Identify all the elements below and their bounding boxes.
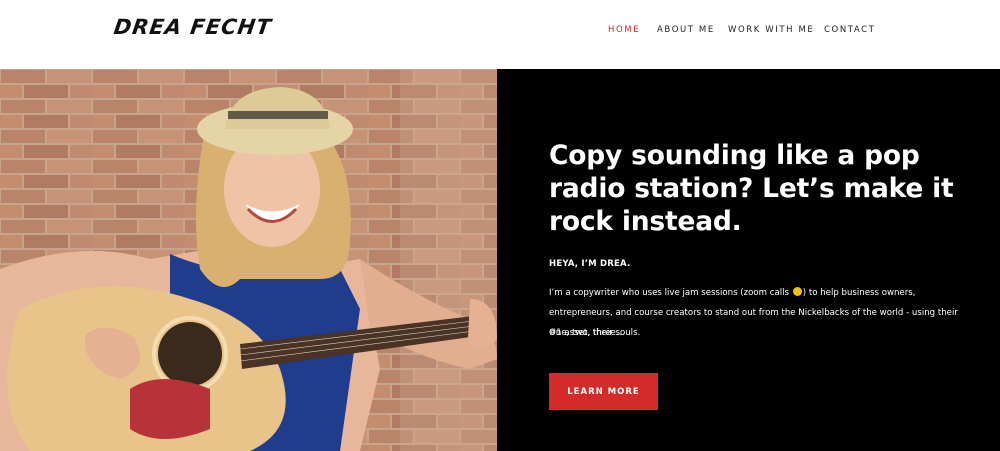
site-logo[interactable]: DREA FECHT [112, 15, 273, 39]
hero-headline: Copy sounding like a pop radio station? … [549, 140, 954, 237]
nav-about-me[interactable]: ABOUT ME [657, 25, 715, 35]
hero-photo [0, 69, 497, 451]
hero-text-panel: Copy sounding like a pop radio station? … [497, 69, 1000, 451]
learn-more-button[interactable]: LEARN MORE [549, 373, 658, 410]
nav-work-with-me[interactable]: WORK WITH ME [728, 25, 814, 35]
grinning-face-emoji-icon [792, 287, 802, 296]
hero-section: Copy sounding like a pop radio station? … [0, 69, 1000, 451]
woman-with-guitar-illustration [0, 69, 497, 451]
nav-contact[interactable]: CONTACT [824, 25, 876, 35]
nav-home[interactable]: HOME [608, 25, 640, 35]
hero-kicker: HEYA, I’M DREA. [549, 259, 631, 269]
body-text-part-1: I’m a copywriter who uses live jam sessi… [549, 288, 792, 298]
hero-tagline: One, two, three… [549, 328, 625, 338]
site-header: DREA FECHT HOME ABOUT ME WORK WITH ME CO… [0, 0, 1000, 69]
